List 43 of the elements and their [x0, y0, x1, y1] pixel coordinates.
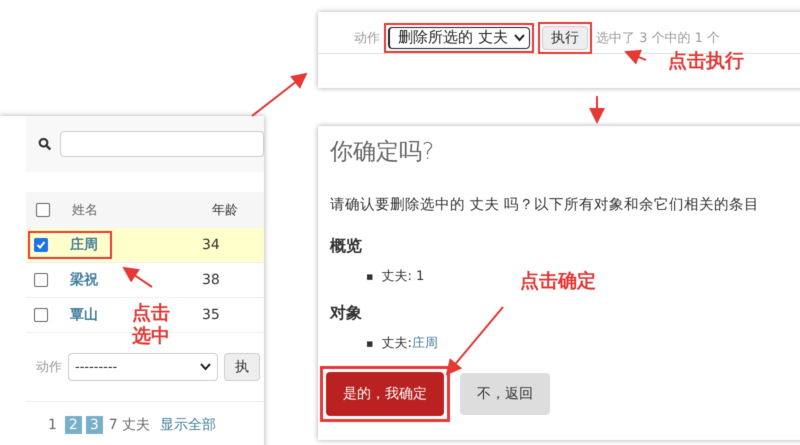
arrow	[251, 72, 308, 117]
name-link[interactable]: 覃山	[70, 306, 98, 324]
table-cell: 38	[202, 272, 220, 288]
show-all-link[interactable]: 显示全部	[160, 416, 216, 434]
action-label: 动作	[36, 359, 62, 376]
action-label: 动作	[354, 30, 380, 46]
annotation-text: 点击确定	[520, 270, 596, 293]
summary-item: 丈夫: 1	[381, 268, 424, 285]
confirm-button[interactable]: 是的，我确定	[326, 372, 444, 416]
table-cell: 34	[202, 237, 220, 253]
object-link[interactable]: 庄周	[412, 334, 438, 352]
checkbox[interactable]	[36, 203, 50, 217]
arrow	[624, 50, 646, 65]
search-field[interactable]	[60, 131, 264, 157]
column-header[interactable]: 姓名	[72, 201, 212, 219]
section-heading: 对象	[330, 303, 363, 324]
page-title: 你确定吗?	[330, 138, 436, 167]
arrow	[589, 96, 605, 124]
table-cell: 35	[202, 307, 220, 323]
checkbox[interactable]	[34, 308, 48, 322]
annotation-text: 点击执行	[668, 50, 744, 73]
run-button[interactable]: 执行	[542, 26, 588, 50]
page-number: 1	[47, 416, 58, 434]
action-select[interactable]: 删除所选的 丈夫	[388, 26, 530, 48]
action-select[interactable]: ---------	[68, 353, 218, 381]
section-heading: 概览	[330, 236, 363, 257]
annotation-text: 点击选中	[132, 302, 171, 348]
bullet: ▪	[366, 270, 374, 282]
cancel-button[interactable]: 不，返回	[460, 373, 550, 415]
run-button[interactable]: 执	[224, 353, 260, 381]
search-icon	[38, 136, 52, 152]
name-link[interactable]: 梁祝	[70, 271, 98, 289]
checkbox[interactable]	[34, 238, 48, 252]
result-count: 7 丈夫	[108, 416, 150, 434]
bullet: ▪	[366, 336, 374, 350]
chevron-icon	[514, 34, 525, 42]
chevron-icon	[200, 363, 211, 371]
column-header[interactable]: 年龄	[212, 201, 238, 219]
checkbox[interactable]	[34, 273, 48, 287]
selection-count: 选中了 3 个中的 1 个	[596, 30, 720, 46]
confirmation-message: 请确认要删除选中的 丈夫 吗？以下所有对象和余它们相关的条目	[330, 196, 760, 214]
object-label: 丈夫:	[381, 335, 412, 352]
arrow	[122, 266, 153, 288]
